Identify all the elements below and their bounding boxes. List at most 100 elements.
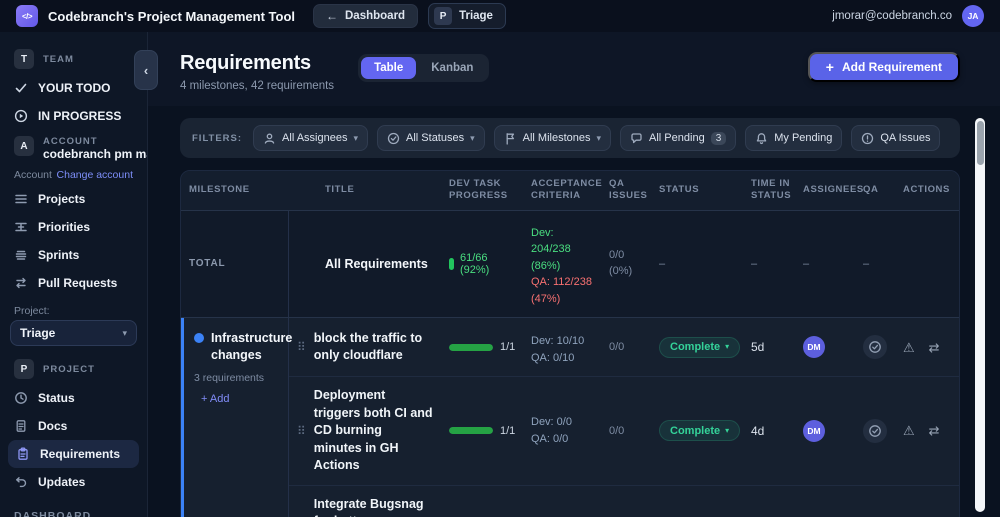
col-header-title: TITLE [325, 184, 355, 196]
drag-handle-icon[interactable]: ⠿ [297, 340, 306, 354]
milestone-dot-icon [194, 333, 204, 344]
vertical-scrollbar[interactable] [975, 118, 985, 512]
check-icon [15, 83, 27, 93]
assignee-avatar[interactable]: DM [803, 336, 825, 359]
account-block[interactable]: A ACCOUNT codebranch pm man... [0, 130, 147, 163]
milestone-group: Infrastructure changes 3 requirements + … [181, 318, 959, 517]
chat-icon [631, 132, 642, 143]
transfer-action-icon[interactable]: ⇄ [929, 424, 940, 437]
filter-all-milestones[interactable]: All Milestones ▾ [493, 125, 612, 151]
total-acceptance-qa: QA: 112/238 (47%) [531, 276, 592, 305]
requirement-title[interactable]: Deployment triggers both CI and CD burni… [314, 387, 433, 475]
requirement-title[interactable]: Integrate Bugsnag for better debugging a… [314, 496, 433, 517]
project-select-label: Project: [14, 305, 50, 317]
project-select[interactable]: Triage ▾ [10, 320, 137, 346]
filter-all-statuses[interactable]: All Statuses ▾ [377, 125, 485, 151]
add-requirement-button[interactable]: + Add Requirement [807, 52, 960, 82]
sidebar-item-requirements[interactable]: Requirements [8, 440, 139, 468]
back-arrow-icon: ← [326, 9, 338, 23]
sidebar-item-status[interactable]: Status [0, 384, 147, 412]
sidebar-collapse-button[interactable]: ‹ [134, 50, 158, 90]
app-window: </> Codebranch's Project Management Tool… [0, 0, 1000, 517]
filter-my-pending[interactable]: My Pending [745, 125, 843, 151]
triage-button[interactable]: P Triage [428, 3, 506, 29]
kanban-view-button[interactable]: Kanban [418, 57, 486, 79]
col-header-assignees: ASSIGNEES [803, 184, 864, 196]
table-row[interactable]: ⠿ Integrate Bugsnag for better debugging… [289, 486, 959, 517]
table-row[interactable]: ⠿ Deployment triggers both CI and CD bur… [289, 377, 959, 486]
sidebar-item-projects[interactable]: Projects [0, 185, 147, 213]
dashboard-button[interactable]: ← Dashboard [313, 4, 419, 28]
assignee-avatar[interactable]: DM [803, 419, 825, 442]
sidebar-item-sprints[interactable]: Sprints [0, 241, 147, 269]
requirement-title[interactable]: block the traffic to only cloudflare [314, 330, 433, 365]
acceptance-dev: Dev: 0/0 [531, 416, 572, 429]
table-view-button[interactable]: Table [361, 57, 417, 79]
filter-all-assignees[interactable]: All Assignees ▾ [253, 125, 369, 151]
qa-check-button[interactable] [863, 335, 887, 360]
scrollbar-thumb[interactable] [976, 121, 984, 165]
sidebar-item-updates[interactable]: Updates [0, 468, 147, 496]
milestone-cell: Infrastructure changes 3 requirements + … [184, 318, 292, 517]
qa-issues-value: 0/0 [601, 486, 651, 517]
chevron-down-icon: ▾ [353, 132, 359, 143]
sidebar: T TEAM YOUR TODO IN PROGRESS A ACCOUNT c… [0, 32, 148, 517]
team-section-header: T TEAM [0, 44, 147, 74]
transfer-action-icon[interactable]: ⇄ [929, 341, 940, 354]
drag-handle-icon[interactable]: ⠿ [297, 424, 306, 438]
project-section-header: P PROJECT [0, 354, 147, 384]
sidebar-item-docs[interactable]: Docs [0, 412, 147, 440]
filter-qa-issues[interactable]: QA Issues [851, 125, 941, 151]
menu-icon [15, 194, 27, 204]
status-badge[interactable]: Complete ▾ [659, 420, 741, 442]
time-in-status: 4d [751, 423, 765, 438]
sidebar-item-label: IN PROGRESS [38, 109, 122, 123]
col-header-status: STATUS [659, 184, 700, 196]
app-title: Codebranch's Project Management Tool [48, 8, 295, 24]
account-caption: Account [14, 169, 52, 181]
sidebar-item-pull-requests[interactable]: Pull Requests [0, 269, 147, 297]
sidebar-item-in-progress[interactable]: IN PROGRESS [0, 102, 147, 130]
project-section-label: PROJECT [43, 363, 95, 375]
topbar: </> Codebranch's Project Management Tool… [0, 0, 1000, 32]
clock-icon [15, 392, 27, 404]
sidebar-item-label: Requirements [40, 447, 121, 461]
alert-circle-icon [862, 132, 874, 144]
chevron-down-icon: ▾ [596, 132, 602, 143]
total-status-dash: – [659, 257, 666, 270]
milestone-name[interactable]: Infrastructure changes [211, 330, 292, 364]
change-account-link[interactable]: Change account [57, 169, 133, 181]
sidebar-item-label: Projects [38, 192, 86, 206]
status-badge[interactable]: Complete ▾ [659, 336, 741, 358]
account-badge: A [14, 136, 34, 156]
triage-button-label: Triage [459, 10, 493, 22]
col-header-milestone: MILESTONE [189, 184, 250, 196]
chevron-down-icon: ▾ [470, 132, 475, 143]
table-row[interactable]: ⠿ block the traffic to only cloudflare 1… [289, 318, 959, 378]
sidebar-item-label: Status [38, 391, 75, 405]
dashboard-section-label: DASHBOARD [14, 510, 92, 517]
filter-all-pending[interactable]: All Pending 3 [620, 125, 737, 151]
user-avatar[interactable]: JA [962, 5, 984, 27]
requirements-table: MILESTONE TITLE DEV TASK PROGRESS ACCEPT… [180, 170, 960, 517]
view-toggle: Table Kanban [358, 54, 490, 82]
plus-icon: + [825, 59, 834, 75]
total-progress: 61/66 (92%) [460, 251, 490, 276]
col-header-actions: ACTIONS [903, 184, 950, 196]
alert-action-icon[interactable]: ⚠ [903, 341, 915, 354]
page-title: Requirements [180, 52, 311, 74]
total-row: TOTAL All Requirements 61/66 (92%) Dev: … [181, 210, 959, 319]
filters-label: FILTERS: [192, 132, 243, 144]
sidebar-item-your-todo[interactable]: YOUR TODO [0, 74, 147, 102]
acceptance-qa: QA: 0/0 [531, 432, 569, 445]
milestone-add-button[interactable]: + Add [194, 393, 280, 405]
alert-action-icon[interactable]: ⚠ [903, 424, 915, 437]
sidebar-item-label: Pull Requests [38, 276, 118, 290]
chevron-down-icon: ▾ [725, 425, 730, 435]
pending-count-badge: 3 [710, 131, 727, 145]
sidebar-item-priorities[interactable]: Priorities [0, 213, 147, 241]
qa-check-button[interactable] [863, 418, 887, 443]
priorities-icon [15, 222, 27, 232]
check-circle-icon [387, 132, 400, 144]
app-logo-icon: </> [16, 5, 38, 27]
